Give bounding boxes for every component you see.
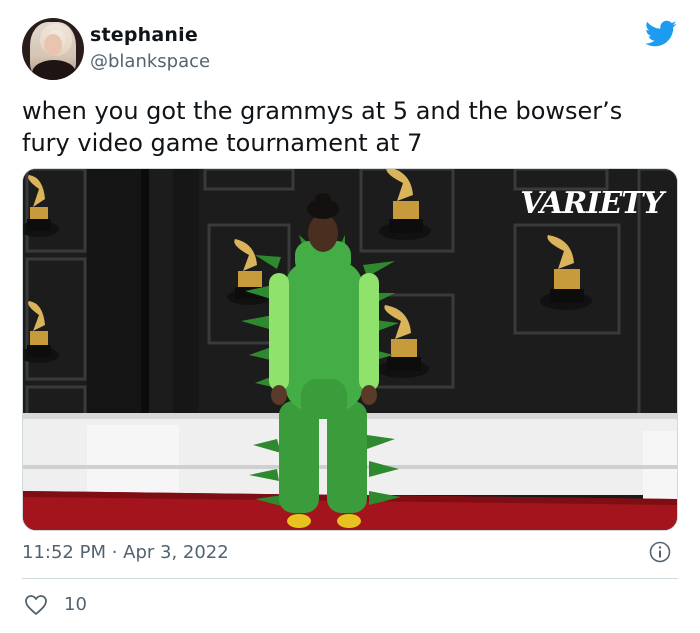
- tweet-text: when you got the grammys at 5 and the bo…: [22, 97, 630, 157]
- divider: [22, 578, 678, 579]
- info-icon[interactable]: [649, 541, 671, 563]
- red-carpet-photo: VARIETY: [23, 169, 677, 530]
- avatar-face: [44, 34, 62, 56]
- avatar-shoulders: [32, 60, 76, 80]
- heart-icon[interactable]: [24, 594, 48, 616]
- tweet-timestamp[interactable]: 11:52 PM · Apr 3, 2022: [22, 542, 229, 563]
- variety-watermark: VARIETY: [520, 186, 666, 221]
- user-handle[interactable]: @blankspace: [90, 51, 210, 72]
- like-count: 10: [64, 594, 87, 615]
- twitter-bird-icon[interactable]: [645, 20, 677, 48]
- display-name[interactable]: stephanie: [90, 24, 198, 46]
- tweet-media-photo[interactable]: VARIETY: [22, 168, 678, 531]
- avatar[interactable]: [22, 18, 84, 80]
- tweet-card: stephanie @blankspace when you got the g…: [0, 0, 700, 633]
